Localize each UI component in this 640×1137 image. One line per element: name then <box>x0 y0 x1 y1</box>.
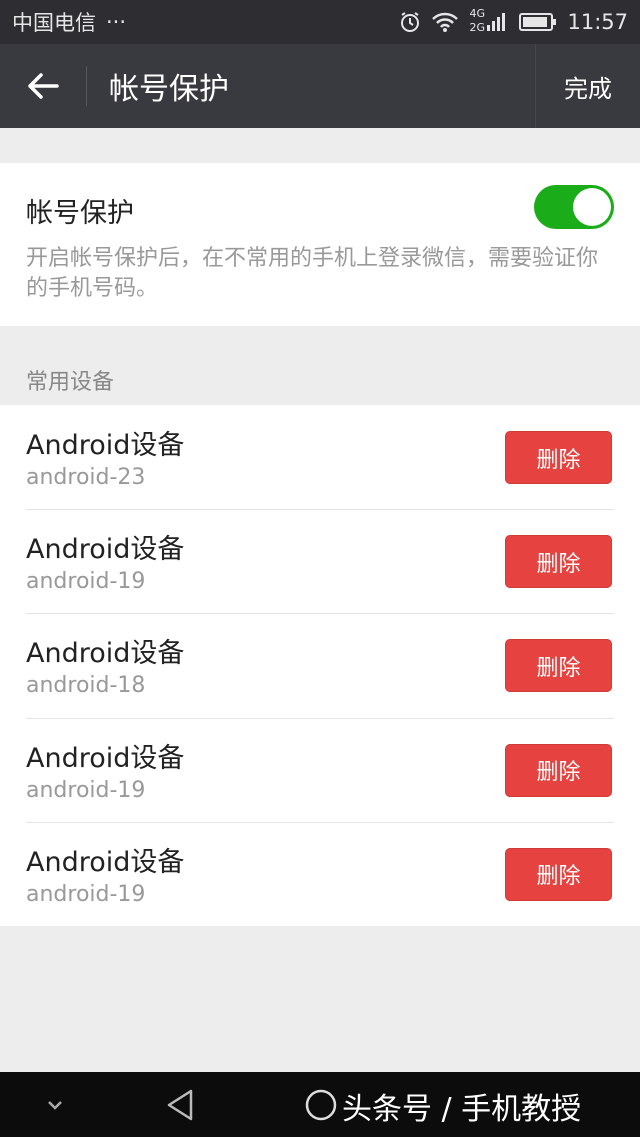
list-item: Android设备 android-18 删除 <box>0 613 640 717</box>
device-id: android-23 <box>26 465 146 490</box>
device-list: Android设备 android-23 删除 Android设备 androi… <box>0 405 640 926</box>
frequent-devices-label: 常用设备 <box>26 370 115 395</box>
screen: 中国电信 ··· 4G 2G 11:57 帐号保护 完成 帐号保护 开启帐号保护… <box>0 0 640 1137</box>
toggle-knob <box>573 188 611 226</box>
device-name: Android设备 <box>26 534 185 566</box>
delete-device-button[interactable]: 删除 <box>505 431 612 484</box>
status-bar: 中国电信 ··· 4G 2G 11:57 <box>0 0 640 44</box>
alarm-icon <box>399 11 421 33</box>
list-item: Android设备 android-19 删除 <box>0 509 640 613</box>
delete-device-button[interactable]: 删除 <box>505 743 612 797</box>
nav-divider <box>86 66 87 106</box>
device-id: android-18 <box>26 673 146 699</box>
network-4g-label: 4G <box>469 7 485 20</box>
device-id: android-19 <box>26 569 146 595</box>
watermark: 头条号 / 手机教授 <box>300 1082 581 1130</box>
status-right: 4G 2G 11:57 <box>399 7 628 35</box>
system-back-button[interactable] <box>150 1072 210 1137</box>
clock: 11:57 <box>567 10 628 34</box>
battery-icon <box>519 12 557 32</box>
more-notifications: ··· <box>106 10 127 34</box>
device-name: Android设备 <box>26 846 185 878</box>
device-id: android-19 <box>26 777 146 803</box>
triangle-back-icon <box>167 1089 193 1120</box>
carrier-label: 中国电信 <box>12 11 96 35</box>
back-button[interactable] <box>0 44 86 128</box>
hide-nav-button[interactable] <box>30 1072 80 1137</box>
watermark-text: 头条号 / 手机教授 <box>342 1092 582 1127</box>
done-button[interactable]: 完成 <box>536 44 640 128</box>
nav-bar: 帐号保护 完成 <box>0 44 640 128</box>
wifi-icon <box>431 11 459 33</box>
list-item: Android设备 android-19 删除 <box>0 717 640 822</box>
device-name: Android设备 <box>26 430 185 461</box>
network-2g-label: 2G <box>469 21 485 34</box>
device-name: Android设备 <box>26 742 185 774</box>
device-id: android-19 <box>26 881 146 907</box>
back-arrow-icon <box>28 73 59 99</box>
delete-device-button[interactable]: 删除 <box>505 639 612 693</box>
account-protection-title: 帐号保护 <box>26 198 134 229</box>
page-title: 帐号保护 <box>109 72 229 107</box>
delete-device-button[interactable]: 删除 <box>505 535 612 589</box>
status-left: 中国电信 ··· <box>12 7 126 37</box>
list-item: Android设备 android-19 删除 <box>0 821 640 926</box>
device-name: Android设备 <box>26 638 185 670</box>
delete-device-button[interactable]: 删除 <box>505 847 612 901</box>
account-protection-description: 开启帐号保护后，在不常用的手机上登录微信，需要验证你的手机号码。 <box>26 246 599 301</box>
cell-signal-icon: 4G 2G <box>469 7 509 35</box>
chevron-down-icon <box>48 1100 62 1110</box>
account-protection-toggle[interactable] <box>534 185 614 229</box>
list-item: Android设备 android-23 删除 <box>0 405 640 509</box>
